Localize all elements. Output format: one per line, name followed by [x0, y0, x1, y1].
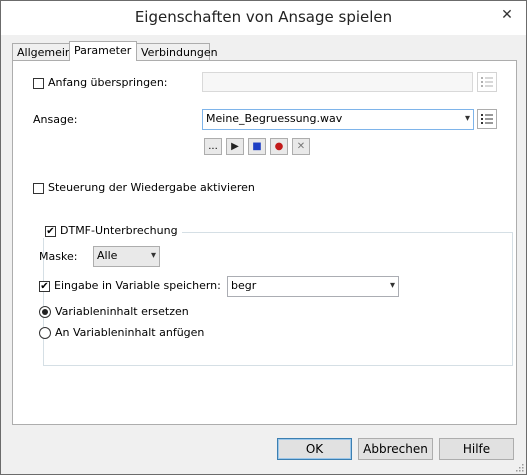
eingabe-checkbox[interactable]: ✔	[39, 281, 50, 292]
dialog-title: Eigenschaften von Ansage spielen	[134, 8, 393, 26]
delete-icon[interactable]: ✕	[292, 138, 310, 155]
record-icon[interactable]: ●	[270, 138, 288, 155]
anfang-label: Anfang überspringen:	[48, 76, 168, 89]
maske-select[interactable]: Alle ▾	[93, 246, 160, 267]
play-icon[interactable]: ▶	[226, 138, 244, 155]
radio-append[interactable]	[39, 327, 51, 339]
maske-value: Alle	[97, 249, 118, 262]
ansage-list-icon[interactable]	[477, 109, 497, 129]
tab-allgemein[interactable]: Allgemein	[12, 43, 72, 60]
variable-value: begr	[231, 279, 257, 292]
radio-append-label: An Variableninhalt anfügen	[55, 326, 205, 339]
variable-select[interactable]: begr ▾	[227, 276, 399, 297]
anfang-list-icon[interactable]	[477, 72, 497, 92]
ansage-label: Ansage:	[33, 113, 78, 126]
chevron-down-icon: ▾	[150, 250, 156, 261]
cancel-button[interactable]: Abbrechen	[358, 438, 433, 460]
resize-grip-icon[interactable]	[514, 462, 524, 472]
eingabe-label: Eingabe in Variable speichern:	[54, 279, 221, 292]
steuerung-label: Steuerung der Wiedergabe aktivieren	[48, 181, 255, 194]
close-icon[interactable]: ✕	[496, 5, 518, 24]
maske-label: Maske:	[39, 250, 78, 263]
chevron-down-icon: ▾	[389, 280, 395, 291]
ansage-select[interactable]: Meine_Begruessung.wav ▾	[202, 109, 474, 130]
stop-icon[interactable]: ■	[248, 138, 266, 155]
title-bar: Eigenschaften von Ansage spielen ✕	[1, 1, 526, 35]
radio-dot	[42, 309, 48, 315]
anfang-input[interactable]	[202, 72, 473, 92]
tab-parameter[interactable]: Parameter	[69, 41, 137, 61]
browse-button[interactable]: ...	[204, 138, 222, 155]
radio-replace[interactable]	[39, 306, 51, 318]
ok-button[interactable]: OK	[277, 438, 352, 460]
chevron-down-icon: ▾	[464, 113, 470, 124]
help-button[interactable]: Hilfe	[439, 438, 514, 460]
dtmf-checkbox[interactable]: ✔	[45, 226, 56, 237]
ansage-value: Meine_Begruessung.wav	[206, 112, 343, 125]
steuerung-checkbox[interactable]	[33, 183, 44, 194]
dtmf-label: DTMF-Unterbrechung	[60, 224, 178, 237]
tab-verbindungen[interactable]: Verbindungen	[136, 43, 218, 60]
radio-replace-label: Variableninhalt ersetzen	[55, 305, 189, 318]
anfang-checkbox[interactable]	[33, 78, 44, 89]
parameter-panel: Anfang überspringen: Ansage: Meine_Begru…	[12, 60, 517, 425]
dialog-window: Eigenschaften von Ansage spielen ✕ Allge…	[0, 0, 527, 475]
